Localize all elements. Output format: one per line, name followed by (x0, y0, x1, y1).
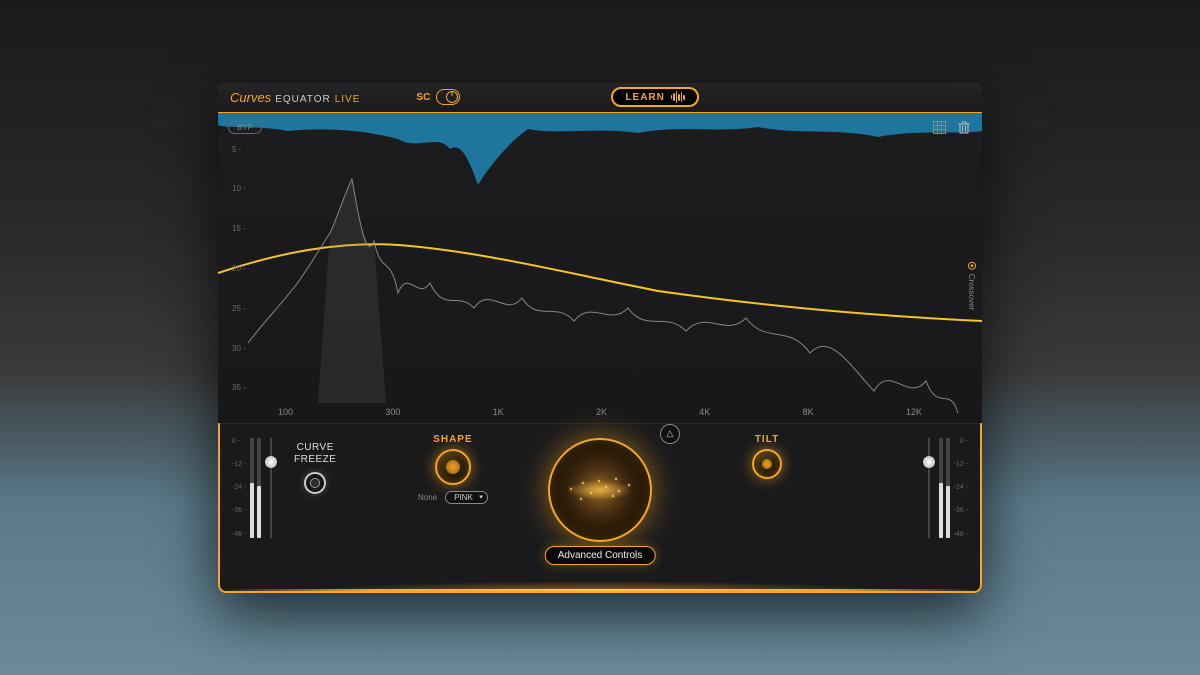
crossover-label: Crossover (967, 274, 976, 310)
meter-tick: -24 - (232, 484, 246, 491)
control-panel: 0 - -12 - -24 - -36 - -48 - CURVE FREEZE… (218, 423, 982, 573)
trash-icon[interactable] (958, 121, 970, 140)
tilt-label: TILT (755, 434, 779, 445)
x-tick: 12K (906, 407, 922, 417)
power-icon (446, 91, 458, 103)
crossover-control: Crossover (967, 262, 976, 310)
learn-button[interactable]: LEARN (611, 87, 698, 107)
bottom-accent-line (220, 589, 980, 591)
delta-button[interactable]: △ (660, 424, 680, 444)
waveform-icon (671, 91, 685, 103)
meter-tick: -36 - (954, 507, 968, 514)
meter-tick: -12 - (232, 461, 246, 468)
curve-freeze-button[interactable] (304, 472, 326, 494)
y-tick: 20 - (232, 264, 246, 273)
shape-select[interactable]: PINK (445, 491, 488, 504)
x-tick: 1K (493, 407, 504, 417)
x-tick: 8K (803, 407, 814, 417)
sidechain-label: SC (416, 92, 430, 103)
slider-thumb[interactable] (265, 456, 277, 468)
orb-particles (550, 440, 650, 540)
x-tick: 300 (385, 407, 400, 417)
x-tick: 4K (699, 407, 710, 417)
input-peak-fill (318, 179, 386, 403)
y-tick: 35 - (232, 383, 246, 392)
advanced-controls-button[interactable]: Advanced Controls (545, 546, 656, 565)
shape-group: SHAPE None PINK (418, 434, 488, 504)
shape-none-label: None (418, 493, 437, 502)
meter-tick: -48 - (954, 531, 968, 538)
brand-equator: EQUATOR (275, 94, 331, 105)
meter-tick: -24 - (954, 484, 968, 491)
sidechain-group: SC (416, 89, 460, 105)
meter-tick: 0 - (232, 438, 246, 445)
y-tick: 15 - (232, 224, 246, 233)
tilt-knob[interactable] (752, 449, 782, 479)
y-tick: 5 - (232, 145, 246, 154)
shape-knob[interactable] (435, 449, 471, 485)
meter-tick: -48 - (232, 531, 246, 538)
meter-scale: 0 - -12 - -24 - -36 - -48 - (954, 438, 968, 538)
shape-label: SHAPE (433, 434, 472, 445)
meter-bars (939, 438, 950, 538)
input-meter: 0 - -12 - -24 - -36 - -48 - (232, 438, 280, 538)
y-tick: 30 - (232, 344, 246, 353)
spectrum-svg (218, 113, 982, 423)
sidechain-toggle[interactable] (436, 89, 460, 105)
meter-bars (250, 438, 261, 538)
brand-live: LIVE (335, 94, 361, 105)
meter-tick: 0 - (954, 438, 968, 445)
crossover-handle[interactable] (968, 262, 976, 270)
x-tick: 100 (278, 407, 293, 417)
input-gain-slider[interactable] (265, 438, 277, 538)
meter-tick: -36 - (232, 507, 246, 514)
sidechain-fill (218, 113, 982, 185)
main-orb[interactable] (548, 438, 652, 542)
x-axis-ticks: 100 300 1K 2K 4K 8K 12K (278, 407, 922, 417)
brand-logo: Curves EQUATOR LIVE (230, 90, 360, 105)
y-axis-ticks: 5 - 10 - 15 - 20 - 25 - 30 - 35 - (232, 145, 246, 393)
output-gain-slider[interactable] (923, 438, 935, 538)
learn-label: LEARN (625, 92, 664, 103)
curve-freeze-group: CURVE FREEZE (294, 442, 336, 494)
tilt-group: TILT (752, 434, 782, 479)
meter-tick: -12 - (954, 461, 968, 468)
bypass-button[interactable]: BYP (228, 121, 262, 134)
y-tick: 10 - (232, 184, 246, 193)
slider-thumb[interactable] (923, 456, 935, 468)
grid-icon[interactable] (933, 121, 946, 139)
top-bar: Curves EQUATOR LIVE SC LEARN (218, 83, 982, 113)
spectrum-display[interactable]: BYP 5 - 10 - 15 - 20 - 25 - 30 - 35 - 10… (218, 113, 982, 423)
curve-freeze-label: CURVE FREEZE (294, 442, 336, 466)
y-tick: 25 - (232, 304, 246, 313)
x-tick: 2K (596, 407, 607, 417)
plugin-window: Curves EQUATOR LIVE SC LEARN (218, 83, 982, 593)
brand-curves: Curves (230, 90, 271, 105)
output-meter: 0 - -12 - -24 - -36 - -48 - (920, 438, 968, 538)
meter-scale: 0 - -12 - -24 - -36 - -48 - (232, 438, 246, 538)
